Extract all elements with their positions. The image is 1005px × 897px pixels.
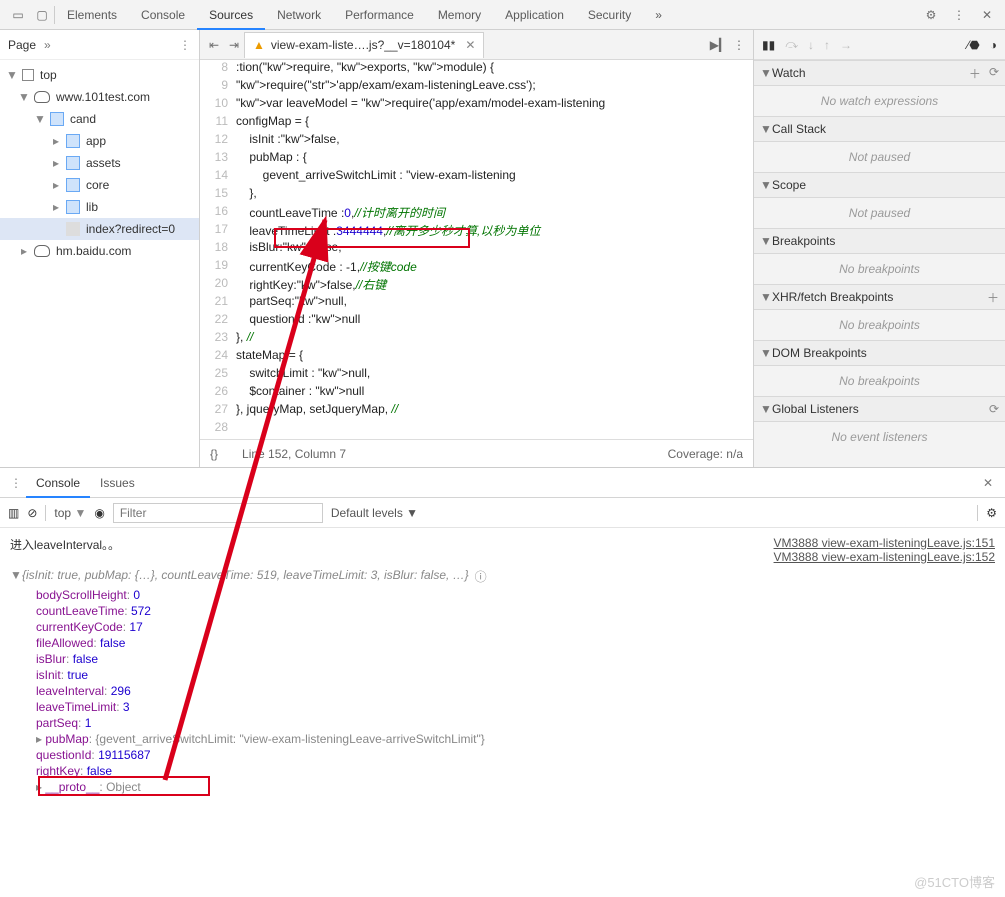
watch-header[interactable]: ▼Watch＋⟳ xyxy=(754,60,1005,86)
expand-icon[interactable]: ▼ xyxy=(10,568,22,582)
step-into-icon[interactable]: ↓ xyxy=(808,38,814,52)
nav-fwd-icon[interactable]: ⇥ xyxy=(224,38,244,52)
tree-lib[interactable]: ▸lib xyxy=(0,196,199,218)
drawer-tab-console[interactable]: Console xyxy=(26,468,90,498)
refresh-global-icon[interactable]: ⟳ xyxy=(989,402,999,416)
drawer-tab-issues[interactable]: Issues xyxy=(90,468,145,498)
breakpoints-body: No breakpoints xyxy=(754,254,1005,284)
folder-icon xyxy=(50,112,64,126)
tab-network[interactable]: Network xyxy=(265,0,333,30)
page-panel-title[interactable]: Page xyxy=(8,38,36,52)
add-xhr-icon[interactable]: ＋ xyxy=(987,289,999,306)
console-message: 进入leaveInterval。。 xyxy=(10,536,120,553)
clear-console-icon[interactable]: ⊘ xyxy=(27,506,37,520)
levels-selector[interactable]: Default levels ▼ xyxy=(331,506,418,520)
tab-performance[interactable]: Performance xyxy=(333,0,426,30)
kebab-icon[interactable]: ⋮ xyxy=(947,3,971,27)
folder-icon xyxy=(66,178,80,192)
close-drawer-icon[interactable]: ✕ xyxy=(977,476,999,490)
source-link[interactable]: VM3888 view-exam-listeningLeave.js:152 xyxy=(774,550,995,564)
run-snippet-icon[interactable]: ▶▎ xyxy=(709,38,729,52)
console-drawer: ⋮ Console Issues ✕ ▥ ⊘ top ▼ ◉ Default l… xyxy=(0,468,1005,897)
page-panel-header: Page » ⋮ xyxy=(0,30,199,60)
warning-icon: ▲ xyxy=(253,38,265,52)
pretty-print-icon[interactable]: {} xyxy=(210,447,218,461)
editor-kebab-icon[interactable]: ⋮ xyxy=(729,38,749,52)
callstack-header[interactable]: ▼Call Stack xyxy=(754,116,1005,142)
global-body: No event listeners xyxy=(754,422,1005,452)
page-panel: Page » ⋮ ▼top ▼www.101test.com ▼cand ▸ap… xyxy=(0,30,200,467)
breakpoints-header[interactable]: ▼Breakpoints xyxy=(754,228,1005,254)
close-icon[interactable]: ✕ xyxy=(975,3,999,27)
tab-sources[interactable]: Sources xyxy=(197,0,265,30)
folder-icon xyxy=(66,200,80,214)
xhr-body: No breakpoints xyxy=(754,310,1005,340)
editor-status: {} Line 152, Column 7 Coverage: n/a xyxy=(200,439,753,467)
tree-index[interactable]: index?redirect=0 xyxy=(0,218,199,240)
scope-header[interactable]: ▼Scope xyxy=(754,172,1005,198)
editor-tab[interactable]: ▲ view-exam-liste….js?__v=180104* ✕ xyxy=(244,32,484,58)
context-selector[interactable]: top ▼ xyxy=(54,506,86,520)
page-kebab-icon[interactable]: ⋮ xyxy=(179,38,191,52)
nav-back-icon[interactable]: ⇤ xyxy=(204,38,224,52)
devtools-toolbar: ▭ ▢ Elements Console Sources Network Per… xyxy=(0,0,1005,30)
source-editor: ⇤ ⇥ ▲ view-exam-liste….js?__v=180104* ✕ … xyxy=(200,30,753,467)
watch-body: No watch expressions xyxy=(754,86,1005,116)
global-header[interactable]: ▼Global Listeners⟳ xyxy=(754,396,1005,422)
tree-app[interactable]: ▸app xyxy=(0,130,199,152)
tree-core[interactable]: ▸core xyxy=(0,174,199,196)
console-filter-input[interactable] xyxy=(113,503,323,523)
callstack-body: Not paused xyxy=(754,142,1005,172)
folder-icon xyxy=(66,134,80,148)
tab-application[interactable]: Application xyxy=(493,0,576,30)
coverage-status: Coverage: n/a xyxy=(668,447,743,461)
deactivate-bp-icon[interactable]: ⁄⬣ xyxy=(967,38,979,52)
source-link[interactable]: VM3888 view-exam-listeningLeave.js:151 xyxy=(774,536,995,550)
refresh-watch-icon[interactable]: ⟳ xyxy=(989,65,999,82)
tab-elements[interactable]: Elements xyxy=(55,0,129,30)
tree-site[interactable]: ▼www.101test.com xyxy=(0,86,199,108)
step-over-icon[interactable]: ⤼ xyxy=(785,37,798,52)
scope-body: Not paused xyxy=(754,198,1005,228)
editor-tab-label: view-exam-liste….js?__v=180104* xyxy=(271,38,455,52)
tab-more[interactable]: » xyxy=(643,0,674,30)
frame-icon xyxy=(22,69,34,81)
tree-top[interactable]: ▼top xyxy=(0,64,199,86)
add-watch-icon[interactable]: ＋ xyxy=(969,65,981,82)
tree-cand[interactable]: ▼cand xyxy=(0,108,199,130)
dom-header[interactable]: ▼DOM Breakpoints xyxy=(754,340,1005,366)
tab-memory[interactable]: Memory xyxy=(426,0,493,30)
dom-body: No breakpoints xyxy=(754,366,1005,396)
console-output[interactable]: 进入leaveInterval。。 VM3888 view-exam-liste… xyxy=(0,528,1005,897)
object-summary: {isInit: true, pubMap: {…}, countLeaveTi… xyxy=(22,568,469,582)
console-sidebar-icon[interactable]: ▥ xyxy=(8,506,19,520)
console-kebab-icon[interactable]: ⋮ xyxy=(6,476,26,490)
tree-baidu[interactable]: ▸hm.baidu.com xyxy=(0,240,199,262)
close-tab-icon[interactable]: ✕ xyxy=(465,38,475,52)
device-toggle-icon[interactable]: ▢ xyxy=(30,3,54,27)
cloud-icon xyxy=(34,245,50,257)
step-out-icon[interactable]: ↑ xyxy=(824,38,830,52)
live-expression-icon[interactable]: ◉ xyxy=(94,506,104,520)
step-icon[interactable]: → xyxy=(840,38,852,52)
file-icon xyxy=(66,222,80,236)
page-tree: ▼top ▼www.101test.com ▼cand ▸app ▸assets… xyxy=(0,60,199,467)
watermark: @51CTO博客 xyxy=(914,872,995,891)
page-more-icon[interactable]: » xyxy=(44,38,51,52)
tree-assets[interactable]: ▸assets xyxy=(0,152,199,174)
xhr-header[interactable]: ▼XHR/fetch Breakpoints＋ xyxy=(754,284,1005,310)
cursor-position: Line 152, Column 7 xyxy=(242,447,346,461)
pause-icon[interactable]: ▮▮ xyxy=(762,38,775,52)
console-settings-icon[interactable]: ⚙ xyxy=(986,506,997,520)
debugger-sidebar: ▮▮ ⤼ ↓ ↑ → ⁄⬣ ◑ ▼Watch＋⟳ No watch expres… xyxy=(753,30,1005,467)
code-area[interactable]: 8:tion("kw">require, "kw">exports, "kw">… xyxy=(200,60,753,439)
tab-console[interactable]: Console xyxy=(129,0,197,30)
pause-exceptions-icon[interactable]: ◑ xyxy=(990,38,997,52)
settings-icon[interactable]: ⚙ xyxy=(919,3,943,27)
cloud-icon xyxy=(34,91,50,103)
inspect-icon[interactable]: ▭ xyxy=(6,3,30,27)
tab-security[interactable]: Security xyxy=(576,0,643,30)
folder-icon xyxy=(66,156,80,170)
